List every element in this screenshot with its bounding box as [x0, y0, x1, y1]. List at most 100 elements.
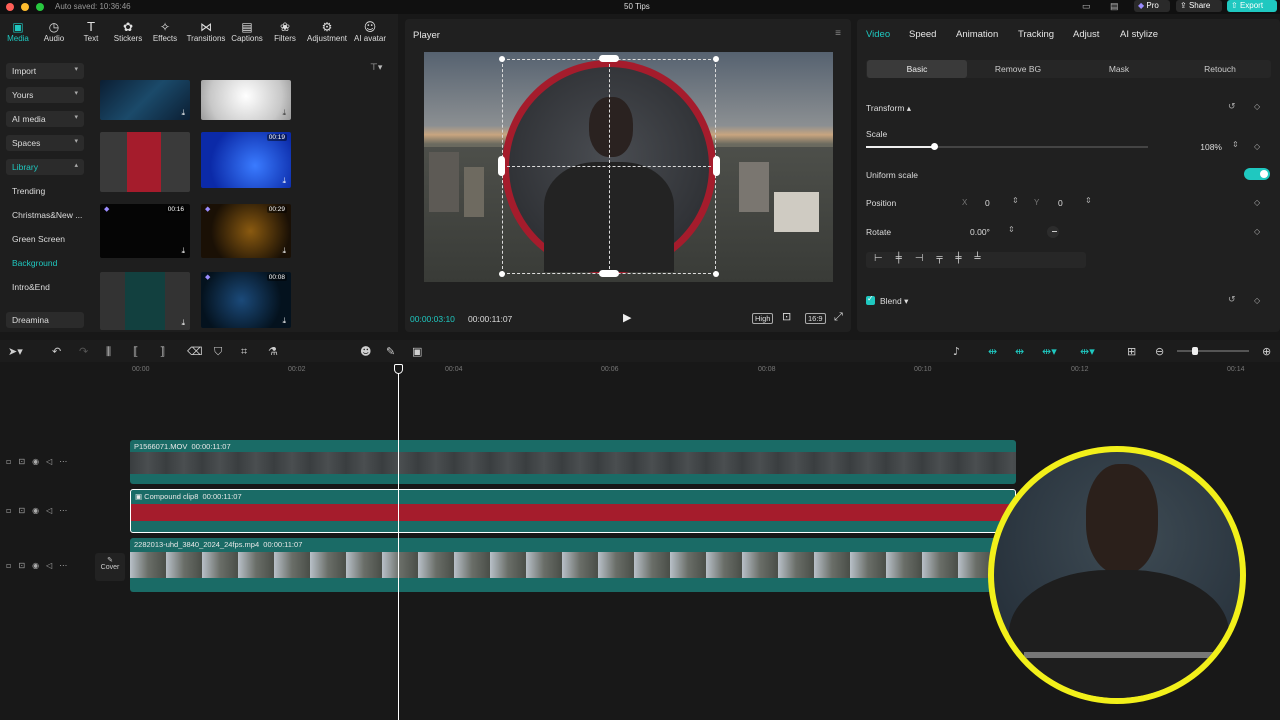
- subtab-remove-bg[interactable]: Remove BG: [968, 60, 1068, 78]
- position-y-input[interactable]: 0: [1058, 198, 1063, 208]
- mirror-icon[interactable]: ⚗: [268, 345, 278, 358]
- pro-button[interactable]: ◆ Pro: [1134, 0, 1170, 12]
- zoom-out-icon[interactable]: ⊖: [1155, 345, 1164, 358]
- tool-captions[interactable]: ▤ Captions: [230, 14, 264, 50]
- video-preview[interactable]: [424, 52, 833, 282]
- tool-stickers[interactable]: ✿ Stickers: [110, 14, 146, 50]
- minimize-window-button[interactable]: [21, 3, 29, 11]
- keyframe-icon[interactable]: ◇: [1254, 102, 1260, 111]
- category-spaces[interactable]: Spaces ▾: [6, 135, 84, 151]
- scale-stepper-icon[interactable]: ⇕: [1232, 140, 1239, 149]
- tool-text[interactable]: T Text: [78, 14, 104, 50]
- zoom-window-button[interactable]: [36, 3, 44, 11]
- quality-button[interactable]: High: [752, 313, 774, 324]
- subtab-retouch[interactable]: Retouch: [1170, 60, 1270, 78]
- play-icon[interactable]: ▶: [623, 311, 631, 324]
- menu-icon[interactable]: ≡: [835, 28, 841, 39]
- subtitle-icon[interactable]: ▣: [412, 345, 422, 358]
- tool-media[interactable]: ▣ Media: [4, 14, 32, 50]
- download-icon[interactable]: ⤓: [282, 108, 286, 118]
- resize-handle-right[interactable]: [713, 156, 720, 176]
- transform-header[interactable]: Transform ▴: [866, 103, 911, 114]
- split-right-icon[interactable]: ⟧: [160, 345, 165, 358]
- microphone-icon[interactable]: ♪: [953, 345, 960, 358]
- crop-icon[interactable]: ⌗: [241, 345, 247, 359]
- track-controls[interactable]: ▫⊡◉◁⋯: [6, 457, 74, 466]
- blend-header[interactable]: Blend ▾: [880, 296, 908, 307]
- zoom-slider-handle[interactable]: [1192, 347, 1198, 355]
- tool-audio[interactable]: ◷ Audio: [40, 14, 68, 50]
- tool-filters[interactable]: ❀ Filters: [270, 14, 300, 50]
- media-thumb[interactable]: ⤓: [201, 80, 291, 120]
- magnet-icon[interactable]: ⇹: [1015, 345, 1024, 358]
- track-controls[interactable]: ▫⊡◉◁⋯: [6, 506, 74, 515]
- fullscreen-preview-icon[interactable]: ⊡: [782, 310, 791, 323]
- x-stepper-icon[interactable]: ⇕: [1012, 196, 1019, 205]
- media-thumb[interactable]: ⤓: [100, 272, 190, 330]
- media-thumb[interactable]: ◆ 00:08 ⤓: [201, 272, 291, 328]
- keyframe-icon[interactable]: ◇: [1254, 296, 1260, 305]
- fit-icon[interactable]: ⊞: [1127, 345, 1136, 358]
- download-icon[interactable]: ⤓: [181, 108, 185, 118]
- library-christmas[interactable]: Christmas&New ...: [12, 210, 82, 220]
- link-icon[interactable]: ⇹: [988, 345, 997, 358]
- keyframe-icon[interactable]: ◇: [1254, 142, 1260, 151]
- undo-icon[interactable]: ↶: [52, 345, 61, 358]
- subtab-basic[interactable]: Basic: [867, 60, 967, 78]
- corner-handle[interactable]: [499, 271, 505, 277]
- expand-icon[interactable]: ⤢: [834, 310, 843, 324]
- media-thumb[interactable]: ⤓: [100, 80, 190, 120]
- scale-slider-handle[interactable]: [931, 143, 938, 150]
- tool-adjustment[interactable]: ⚙ Adjustment: [305, 14, 349, 50]
- uniform-scale-toggle[interactable]: [1244, 168, 1270, 180]
- tool-effects[interactable]: ✧ Effects: [150, 14, 180, 50]
- compound-clip-track[interactable]: ▣ Compound clip8 00:00:11:07: [130, 489, 1016, 533]
- reset-icon[interactable]: ↺: [1228, 295, 1236, 305]
- library-background[interactable]: Background: [12, 258, 57, 268]
- position-x-input[interactable]: 0: [985, 198, 990, 208]
- download-icon[interactable]: ⤓: [282, 316, 286, 326]
- download-icon[interactable]: ⤓: [282, 176, 286, 186]
- export-button[interactable]: ⇧ Export: [1227, 0, 1277, 12]
- category-import[interactable]: Import ▾: [6, 63, 84, 79]
- library-trending[interactable]: Trending: [12, 186, 45, 196]
- tab-video[interactable]: Video: [866, 29, 890, 40]
- corner-handle[interactable]: [713, 271, 719, 277]
- tool-ai-avatar[interactable]: ☺ AI avatar: [352, 14, 388, 50]
- select-tool-icon[interactable]: ➤▾: [8, 345, 23, 358]
- library-intro-end[interactable]: Intro&End: [12, 282, 50, 292]
- corner-handle[interactable]: [713, 56, 719, 62]
- track-controls[interactable]: ▫⊡◉◁⋯: [6, 561, 74, 570]
- media-thumb[interactable]: ◆ 00:29 ⤓: [201, 204, 291, 258]
- zoom-in-icon[interactable]: ⊕: [1262, 345, 1271, 358]
- rotate-dial[interactable]: [1047, 226, 1059, 238]
- redo-icon[interactable]: ↷: [79, 345, 88, 358]
- resize-handle-bottom[interactable]: [599, 270, 619, 277]
- rotate-input[interactable]: 0.00°: [970, 227, 990, 237]
- tab-adjust[interactable]: Adjust: [1073, 29, 1099, 40]
- tab-speed[interactable]: Speed: [909, 29, 936, 40]
- tab-tracking[interactable]: Tracking: [1018, 29, 1054, 40]
- align-icons[interactable]: ⊢╪⊣╤╪╧: [874, 253, 994, 264]
- rotate-stepper-icon[interactable]: ⇕: [1008, 225, 1015, 234]
- category-dreamina[interactable]: Dreamina: [6, 312, 84, 328]
- tab-ai-stylize[interactable]: AI stylize: [1120, 29, 1158, 40]
- corner-handle[interactable]: [499, 56, 505, 62]
- close-window-button[interactable]: [6, 3, 14, 11]
- resize-handle-top[interactable]: [599, 55, 619, 62]
- shield-icon[interactable]: ⛉: [214, 345, 222, 359]
- ratio-button[interactable]: 16:9: [805, 313, 826, 324]
- playhead[interactable]: [398, 364, 399, 720]
- y-stepper-icon[interactable]: ⇕: [1085, 196, 1092, 205]
- zoom-slider[interactable]: [1177, 347, 1249, 355]
- video-clip-track-1[interactable]: P1566071.MOV 00:00:11:07: [130, 440, 1016, 484]
- category-ai-media[interactable]: AI media ▾: [6, 111, 84, 127]
- blend-checkbox[interactable]: ✓: [866, 294, 875, 305]
- delete-icon[interactable]: ⌫: [187, 345, 203, 358]
- split-left-icon[interactable]: ⟦: [133, 345, 138, 358]
- tab-animation[interactable]: Animation: [956, 29, 998, 40]
- category-yours[interactable]: Yours ▾: [6, 87, 84, 103]
- layout-icon[interactable]: ▭: [1082, 1, 1091, 12]
- media-thumb[interactable]: ◆ 00:16 ⤓: [100, 204, 190, 258]
- preview-axis-icon[interactable]: ⇹▾: [1042, 345, 1057, 358]
